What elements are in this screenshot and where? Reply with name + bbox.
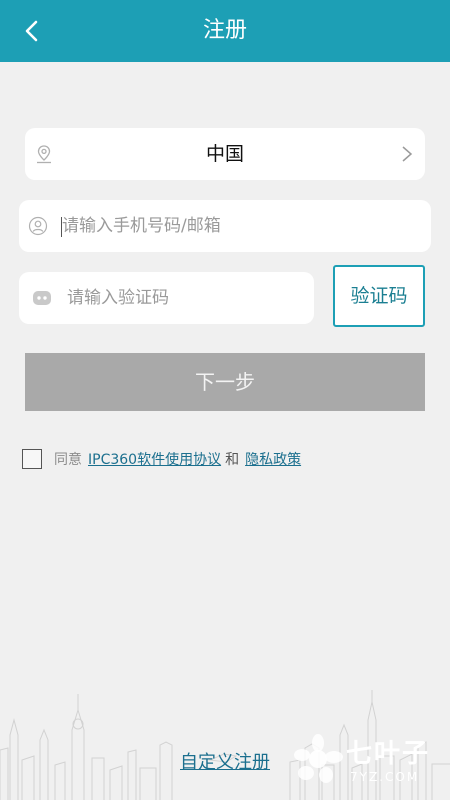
user-icon — [28, 216, 48, 236]
verification-code-field[interactable] — [19, 272, 314, 324]
country-selector[interactable]: 中国 — [25, 128, 425, 180]
terms-link[interactable]: IPC360软件使用协议 — [88, 449, 221, 469]
phone-email-input[interactable] — [62, 208, 422, 244]
custom-register-link[interactable]: 自定义注册 — [180, 752, 270, 773]
custom-register-container: 自定义注册 — [0, 748, 450, 774]
back-button[interactable] — [14, 13, 50, 49]
get-code-button[interactable]: 验证码 — [333, 265, 425, 327]
agree-checkbox[interactable] — [22, 449, 42, 469]
page-title: 注册 — [202, 18, 247, 43]
agree-label: 同意 — [54, 452, 82, 468]
top-bar: 注册 — [0, 0, 450, 62]
country-value: 中国 — [205, 143, 244, 165]
chevron-left-icon — [25, 20, 38, 42]
privacy-link[interactable]: 隐私政策 — [245, 449, 301, 469]
and-label: 和 — [225, 452, 240, 468]
phone-email-field[interactable] — [19, 200, 431, 252]
verification-code-input[interactable] — [67, 280, 307, 316]
agreement-row: 同意 IPC360软件使用协议 和 隐私政策 — [22, 448, 305, 470]
next-step-button[interactable]: 下一步 — [25, 353, 425, 411]
message-icon — [32, 288, 52, 308]
chevron-right-icon — [402, 146, 413, 162]
